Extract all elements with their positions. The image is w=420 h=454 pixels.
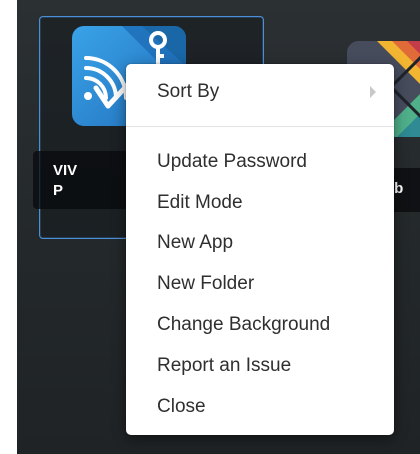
menu-item-label: Report an Issue <box>157 355 292 376</box>
menu-item-label: Change Background <box>157 314 331 335</box>
menu-item-label: Update Password <box>157 151 307 172</box>
menu-item-close[interactable]: Close <box>126 389 394 425</box>
menu-item-new-app[interactable]: New App <box>126 225 394 261</box>
desktop-frame: VIV P gb Sort By Update Password Edit Mo… <box>17 0 420 454</box>
menu-item-update-password[interactable]: Update Password <box>126 144 394 180</box>
menu-item-label: Sort By <box>157 81 220 102</box>
chevron-right-icon <box>370 86 376 98</box>
context-menu: Sort By Update Password Edit Mode New Ap… <box>126 64 394 435</box>
menu-item-label: New App <box>157 232 234 253</box>
menu-item-label: New Folder <box>157 273 255 294</box>
menu-item-new-folder[interactable]: New Folder <box>126 266 394 302</box>
app-label-line1: VIV <box>53 162 78 179</box>
menu-item-label: Close <box>157 396 206 417</box>
app-label-line2: P <box>53 182 64 199</box>
menu-item-change-background[interactable]: Change Background <box>126 307 394 343</box>
menu-divider <box>126 126 394 127</box>
menu-item-sort-by[interactable]: Sort By <box>126 74 394 110</box>
menu-item-edit-mode[interactable]: Edit Mode <box>126 185 394 221</box>
menu-item-report-issue[interactable]: Report an Issue <box>126 348 394 384</box>
menu-item-label: Edit Mode <box>157 192 243 213</box>
